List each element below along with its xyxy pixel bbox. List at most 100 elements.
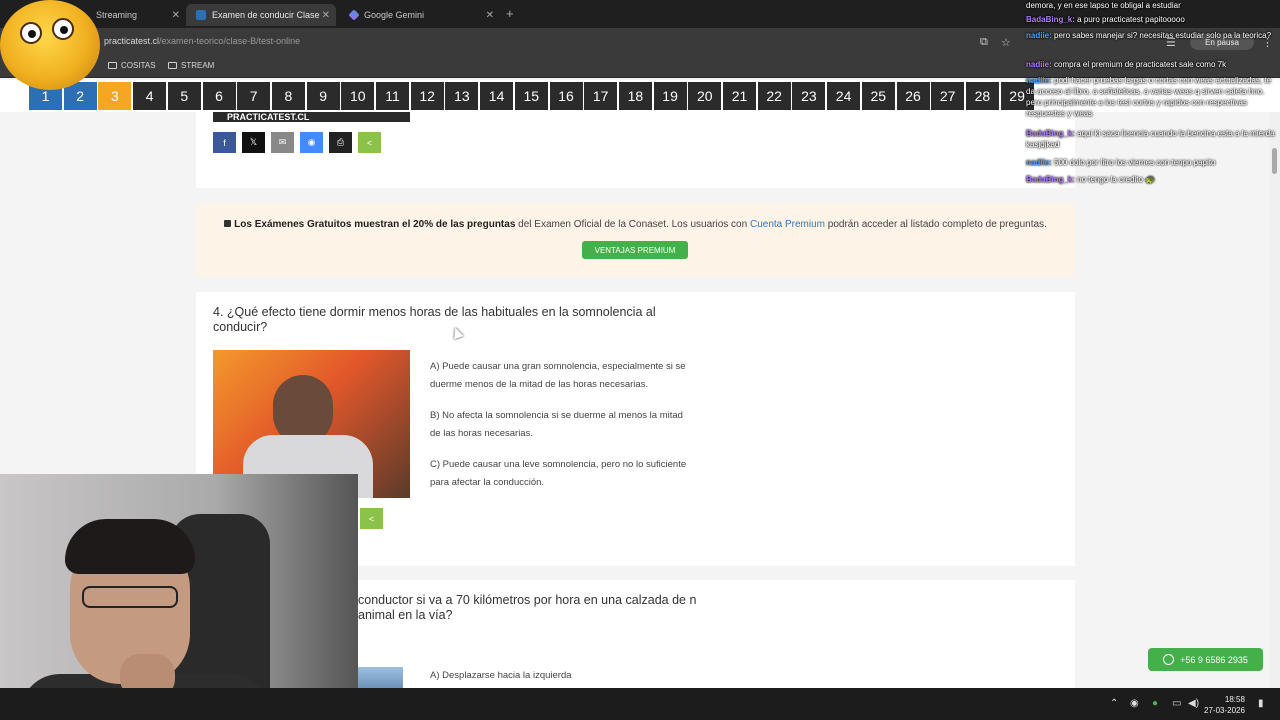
question-nav-7[interactable]: 7 [237, 82, 271, 110]
chat-text: 500 dolo por litro los viernes con tenpo… [1054, 158, 1216, 167]
notice-bold: Los Exámenes Gratuitos muestran el 20% d… [234, 219, 516, 230]
webcam-glasses [82, 586, 178, 608]
question-nav-12[interactable]: 12 [410, 82, 444, 110]
question-nav-13[interactable]: 13 [445, 82, 479, 110]
chat-text: no tengo la credito 🐢 [1077, 175, 1156, 184]
screen: Streaming ✕ Examen de conducir Clase B -… [0, 0, 1280, 720]
question-nav-18[interactable]: 18 [618, 82, 652, 110]
share-buttons: f 𝕏 ✉ ◉ ⎙ < [213, 132, 381, 153]
answer-option-a[interactable]: A) Desplazarse hacia la izquierda [430, 670, 572, 681]
chat-username[interactable]: BadaBing_k: [1026, 175, 1075, 184]
chat-username[interactable]: nadiie: [1026, 76, 1052, 85]
url-field[interactable]: practicatest.cl/examen-teorico/clase-B/t… [104, 36, 300, 46]
premium-button-label: VENTAJAS PREMIUM [594, 245, 676, 255]
answers-list: A) Puede causar una gran somnolencia, es… [430, 358, 690, 505]
question-nav-17[interactable]: 17 [584, 82, 618, 110]
question-nav-16[interactable]: 16 [549, 82, 583, 110]
share-icon-button[interactable]: < [358, 132, 381, 153]
close-icon[interactable]: ✕ [172, 10, 180, 21]
chat-text: a puro practicatest papitooooo [1077, 15, 1185, 24]
premium-advantages-button[interactable]: VENTAJAS PREMIUM [582, 241, 688, 259]
clock-time: 18:58 [1224, 695, 1245, 704]
tab-streaming[interactable]: Streaming ✕ [86, 4, 186, 26]
question-nav-26[interactable]: 26 [896, 82, 930, 110]
answer-option-a[interactable]: A) Puede causar una gran somnolencia, es… [430, 358, 690, 393]
network-icon[interactable]: ▭ [1172, 698, 1181, 709]
tab-exam[interactable]: Examen de conducir Clase B - C ✕ [186, 4, 336, 26]
question-title: 4. ¿Qué efecto tiene dormir menos horas … [213, 305, 656, 334]
question-nav-4[interactable]: 4 [133, 82, 167, 110]
webcam-hair [65, 519, 195, 574]
whatsapp-icon [1163, 654, 1175, 665]
discord-icon[interactable]: ◉ [1130, 698, 1139, 709]
bookmark-cositas[interactable]: COSITAS [108, 61, 156, 70]
bookmark-star-icon[interactable]: ☆ [1001, 36, 1011, 49]
email-share-button[interactable]: ✉ [271, 132, 294, 153]
folder-icon [108, 62, 117, 69]
chat-text: demora, y en ese lapso te obligal a estu… [1026, 1, 1181, 10]
question-nav-11[interactable]: 11 [376, 82, 409, 110]
whatsapp-button[interactable]: +56 9 6586 2935 [1148, 648, 1263, 671]
question-nav-8[interactable]: 8 [271, 82, 305, 110]
chat-username[interactable]: BadaBing_k: [1026, 15, 1075, 24]
lock-icon [224, 220, 232, 227]
question-nav-20[interactable]: 20 [688, 82, 722, 110]
chat-username[interactable]: nadiie: [1026, 31, 1052, 40]
question-nav-24[interactable]: 24 [827, 82, 861, 110]
question-nav-22[interactable]: 22 [757, 82, 791, 110]
print-share-button[interactable]: ⎙ [329, 132, 352, 153]
whatsapp-number: +56 9 6586 2935 [1180, 654, 1248, 665]
x-share-button[interactable]: 𝕏 [242, 132, 265, 153]
microphone-icon[interactable]: ● [1152, 698, 1158, 709]
site-favicon-icon [196, 10, 206, 20]
page-scrollbar[interactable] [1270, 112, 1280, 688]
answer-option-b[interactable]: B) No afecta la somnolencia si se duerme… [430, 407, 690, 442]
chat-message: nadiie: compra el premium de practicates… [1026, 59, 1276, 70]
tab-label: Streaming [96, 10, 138, 20]
question-nav-23[interactable]: 23 [792, 82, 826, 110]
new-tab-icon[interactable]: + [506, 6, 514, 21]
close-icon[interactable]: ✕ [486, 10, 494, 21]
chat-message: BadaBing_k: no tengo la credito 🐢 [1026, 174, 1276, 185]
tray-chevron-icon[interactable]: ⌃ [1110, 698, 1118, 709]
chat-text: pero sabes manejar si? necesitas estudia… [1054, 31, 1272, 40]
question-nav-10[interactable]: 10 [341, 82, 375, 110]
question-nav-28[interactable]: 28 [965, 82, 999, 110]
install-app-icon[interactable]: ⧉ [980, 36, 988, 49]
share-icon-button[interactable]: < [360, 508, 383, 529]
notice-text-1: del Examen Oficial de la Conaset. Los us… [515, 219, 750, 230]
emoji-eye [52, 18, 74, 40]
url-domain: practicatest.cl [104, 36, 160, 46]
question-nav-25[interactable]: 25 [861, 82, 895, 110]
url-path: /examen-teorico/clase-B/test-online [159, 36, 301, 46]
facebook-share-button[interactable]: f [213, 132, 236, 153]
taskbar-clock[interactable]: 18:58 27-03-2026 [1204, 694, 1245, 716]
tab-label: Examen de conducir Clase B - C [212, 10, 322, 20]
chat-username[interactable]: nadiie: [1026, 60, 1052, 69]
taskbar: ⌃ ◉ ● ▭ ◀) 18:58 27-03-2026 ▮ [0, 688, 1280, 720]
close-icon[interactable]: ✕ [322, 10, 330, 21]
question-nav-6[interactable]: 6 [202, 82, 236, 110]
premium-account-link[interactable]: Cuenta Premium [750, 219, 825, 230]
practicatest-logo: PRACTICATEST.CL [213, 112, 410, 122]
question-nav-19[interactable]: 19 [653, 82, 687, 110]
question-nav-27[interactable]: 27 [931, 82, 965, 110]
tab-gemini[interactable]: Google Gemini ✕ [340, 4, 500, 26]
chat-message: nadiie: podi hacer pruebas largas o cort… [1026, 75, 1276, 119]
bookmark-label: STREAM [181, 61, 215, 70]
question-nav-15[interactable]: 15 [514, 82, 548, 110]
notifications-icon[interactable]: ▮ [1258, 698, 1264, 709]
chat-username[interactable]: BadaBing_k: [1026, 129, 1075, 138]
question-nav-3[interactable]: 3 [98, 82, 132, 110]
chat-username[interactable]: nadiie: [1026, 158, 1052, 167]
volume-icon[interactable]: ◀) [1188, 698, 1199, 709]
bookmark-stream[interactable]: STREAM [168, 61, 214, 70]
question-nav-5[interactable]: 5 [167, 82, 201, 110]
answer-option-c[interactable]: C) Puede causar una leve somnolencia, pe… [430, 456, 690, 491]
emoji-eye [20, 22, 42, 44]
question-nav-14[interactable]: 14 [480, 82, 514, 110]
chat-text: podi hacer pruebas largas o cortas con w… [1026, 76, 1272, 118]
question-nav-21[interactable]: 21 [723, 82, 756, 110]
question-nav-9[interactable]: 9 [306, 82, 340, 110]
messenger-share-button[interactable]: ◉ [300, 132, 323, 153]
